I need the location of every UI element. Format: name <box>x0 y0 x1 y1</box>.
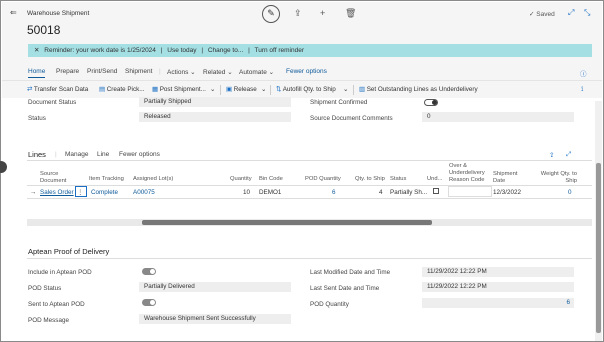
col-qty-to-ship[interactable]: Qty. to Ship <box>355 176 385 183</box>
col-shipment-date[interactable]: Shipment Date <box>493 171 519 185</box>
pod-section-title: Aptean Proof of Delivery <box>28 247 110 256</box>
tab-related[interactable]: Related ⌄ <box>203 68 233 76</box>
item-tracking-cell[interactable]: Complete <box>91 189 118 196</box>
edge-handle[interactable] <box>0 161 7 173</box>
tab-prepare[interactable]: Prepare <box>56 68 79 75</box>
document-status-field[interactable]: Partially Shipped <box>139 97 291 107</box>
status-field[interactable]: Released <box>139 112 291 122</box>
action-bar: ⇄ Transfer Scan Data ▤ Create Pick... ▦ … <box>2 80 602 98</box>
col-over-under-reason[interactable]: Over & Underdelivery Reason Code <box>449 163 491 184</box>
lines-title: Lines <box>28 150 46 159</box>
col-assigned-lots[interactable]: Assigned Lot(s) <box>133 176 173 183</box>
col-weight-qty[interactable]: Weight Qty. to Ship <box>537 171 577 185</box>
lines-fewer-options[interactable]: Fewer options <box>119 151 160 158</box>
col-item-tracking[interactable]: Item Tracking <box>89 176 124 183</box>
tab-print-send[interactable]: Print/Send <box>87 68 117 75</box>
lines-expand-icon[interactable]: ⤢ <box>566 151 571 159</box>
sent-to-pod-label: Sent to Aptean POD <box>28 301 85 308</box>
col-source-document[interactable]: Source Document <box>40 171 80 185</box>
bin-code-cell[interactable]: DEMO1 <box>259 189 281 196</box>
collapse-icon[interactable]: ⤡ <box>584 8 590 18</box>
work-date-banner: ✕ Reminder: your work date is 1/25/2024 … <box>28 44 592 57</box>
page-vertical-scrollbar[interactable] <box>595 101 602 341</box>
edit-pencil-icon[interactable]: ✎ <box>262 5 280 23</box>
info-icon[interactable]: ⓘ <box>580 68 587 78</box>
document-status-label: Document Status <box>28 99 77 106</box>
last-sent-label: Last Sent Date and Time <box>310 285 380 292</box>
last-sent-field[interactable]: 11/29/2022 12:22 PM <box>422 282 574 292</box>
pod-message-label: POD Message <box>28 317 69 324</box>
create-pick-button[interactable]: ▤ Create Pick... <box>99 86 145 93</box>
col-pod-quantity[interactable]: POD Quantity <box>305 176 341 183</box>
lines-horizontal-scrollbar[interactable] <box>27 219 592 226</box>
fewer-options-link[interactable]: Fewer options <box>286 68 327 75</box>
set-outstanding-button[interactable]: ▥ Set Outstanding Lines as Underdelivery <box>359 86 478 93</box>
assigned-lots-cell[interactable]: A00075 <box>133 189 155 196</box>
include-pod-toggle[interactable] <box>142 268 156 275</box>
app-title: Warehouse Shipment <box>27 10 90 17</box>
status-cell[interactable]: Partially Sh... <box>390 189 427 196</box>
header-area: ⇐ Warehouse Shipment 50018 ✎ ⇪ + 🗑 ✓ Sav… <box>2 2 602 80</box>
turn-off-reminder-link[interactable]: Turn off reminder <box>255 47 305 54</box>
pod-status-label: POD Status <box>28 285 62 292</box>
und-checkbox[interactable] <box>433 188 439 194</box>
status-label: Status <box>28 115 46 122</box>
share-icon[interactable]: ⇪ <box>294 8 302 19</box>
banner-text: Reminder: your work date is 1/25/2024 <box>44 47 156 54</box>
lines-share-icon[interactable]: ⇪ <box>549 151 554 159</box>
lines-line-tab[interactable]: Line <box>97 151 109 158</box>
include-pod-label: Include in Aptean POD <box>28 269 92 276</box>
open-new-window-icon[interactable]: ⤢ <box>568 8 574 18</box>
weight-qty-cell[interactable]: 0 <box>568 189 572 196</box>
delete-icon[interactable]: 🗑 <box>345 8 356 19</box>
col-quantity[interactable]: Quantity <box>230 176 252 183</box>
tab-shipment[interactable]: Shipment <box>125 68 152 75</box>
col-status[interactable]: Status <box>390 176 406 183</box>
sent-to-pod-toggle[interactable] <box>142 299 156 306</box>
post-shipment-dropdown[interactable]: ⌄ <box>210 86 215 93</box>
autofill-dropdown[interactable]: ⌄ <box>343 86 348 93</box>
qty-to-ship-cell[interactable]: 4 <box>379 189 383 196</box>
last-modified-label: Last Modified Date and Time <box>310 269 391 276</box>
release-dropdown[interactable]: ⌄ <box>261 86 266 93</box>
pod-quantity-field[interactable]: 6 <box>422 298 574 308</box>
pin-icon[interactable]: ⟟ <box>581 86 583 94</box>
pod-status-field[interactable]: Partially Delivered <box>139 282 291 292</box>
row-arrow-icon[interactable]: → <box>30 189 36 196</box>
change-to-link[interactable]: Change to... <box>208 47 243 54</box>
source-doc-comments-label: Source Document Comments <box>310 115 393 122</box>
last-modified-field[interactable]: 11/29/2022 12:22 PM <box>422 267 574 277</box>
use-today-link[interactable]: Use today <box>167 47 196 54</box>
tab-automate[interactable]: Automate ⌄ <box>239 68 274 76</box>
lines-manage-tab[interactable]: Manage <box>65 151 89 158</box>
source-document-link[interactable]: Sales Order <box>40 189 74 196</box>
shipment-date-cell[interactable]: 12/3/2022 <box>493 189 521 196</box>
saved-status: ✓ Saved <box>529 11 555 18</box>
transfer-scan-data-button[interactable]: ⇄ Transfer Scan Data <box>27 86 88 93</box>
source-doc-comments-field[interactable]: 0 <box>422 112 574 122</box>
autofill-button[interactable]: ⇅ Autofill Qty. to Ship <box>276 86 336 93</box>
close-icon[interactable]: ✕ <box>34 47 39 54</box>
back-arrow-icon[interactable]: ⇐ <box>10 8 17 17</box>
shipment-confirmed-label: Shipment Confirmed <box>310 99 368 106</box>
app-frame: ⇐ Warehouse Shipment 50018 ✎ ⇪ + 🗑 ✓ Sav… <box>0 0 604 342</box>
release-button[interactable]: ▣ Release <box>226 86 257 93</box>
col-und[interactable]: Und... <box>427 176 442 183</box>
pod-quantity-label: POD Quantity <box>310 301 349 308</box>
add-icon[interactable]: + <box>320 8 325 18</box>
shipment-confirmed-toggle[interactable] <box>424 99 438 106</box>
pod-message-field[interactable]: Warehouse Shipment Sent Successfully <box>139 314 291 324</box>
pod-quantity-cell[interactable]: 6 <box>332 189 336 196</box>
col-bin-code[interactable]: Bin Code <box>259 176 283 183</box>
tab-actions[interactable]: Actions ⌄ <box>167 68 196 76</box>
post-shipment-button[interactable]: ▦ Post Shipment... <box>152 86 206 93</box>
document-number: 50018 <box>27 23 61 37</box>
tab-home[interactable]: Home <box>28 68 46 78</box>
menu-bar: Home Prepare Print/Send Shipment | Actio… <box>28 68 587 78</box>
quantity-cell[interactable]: 10 <box>243 189 250 196</box>
